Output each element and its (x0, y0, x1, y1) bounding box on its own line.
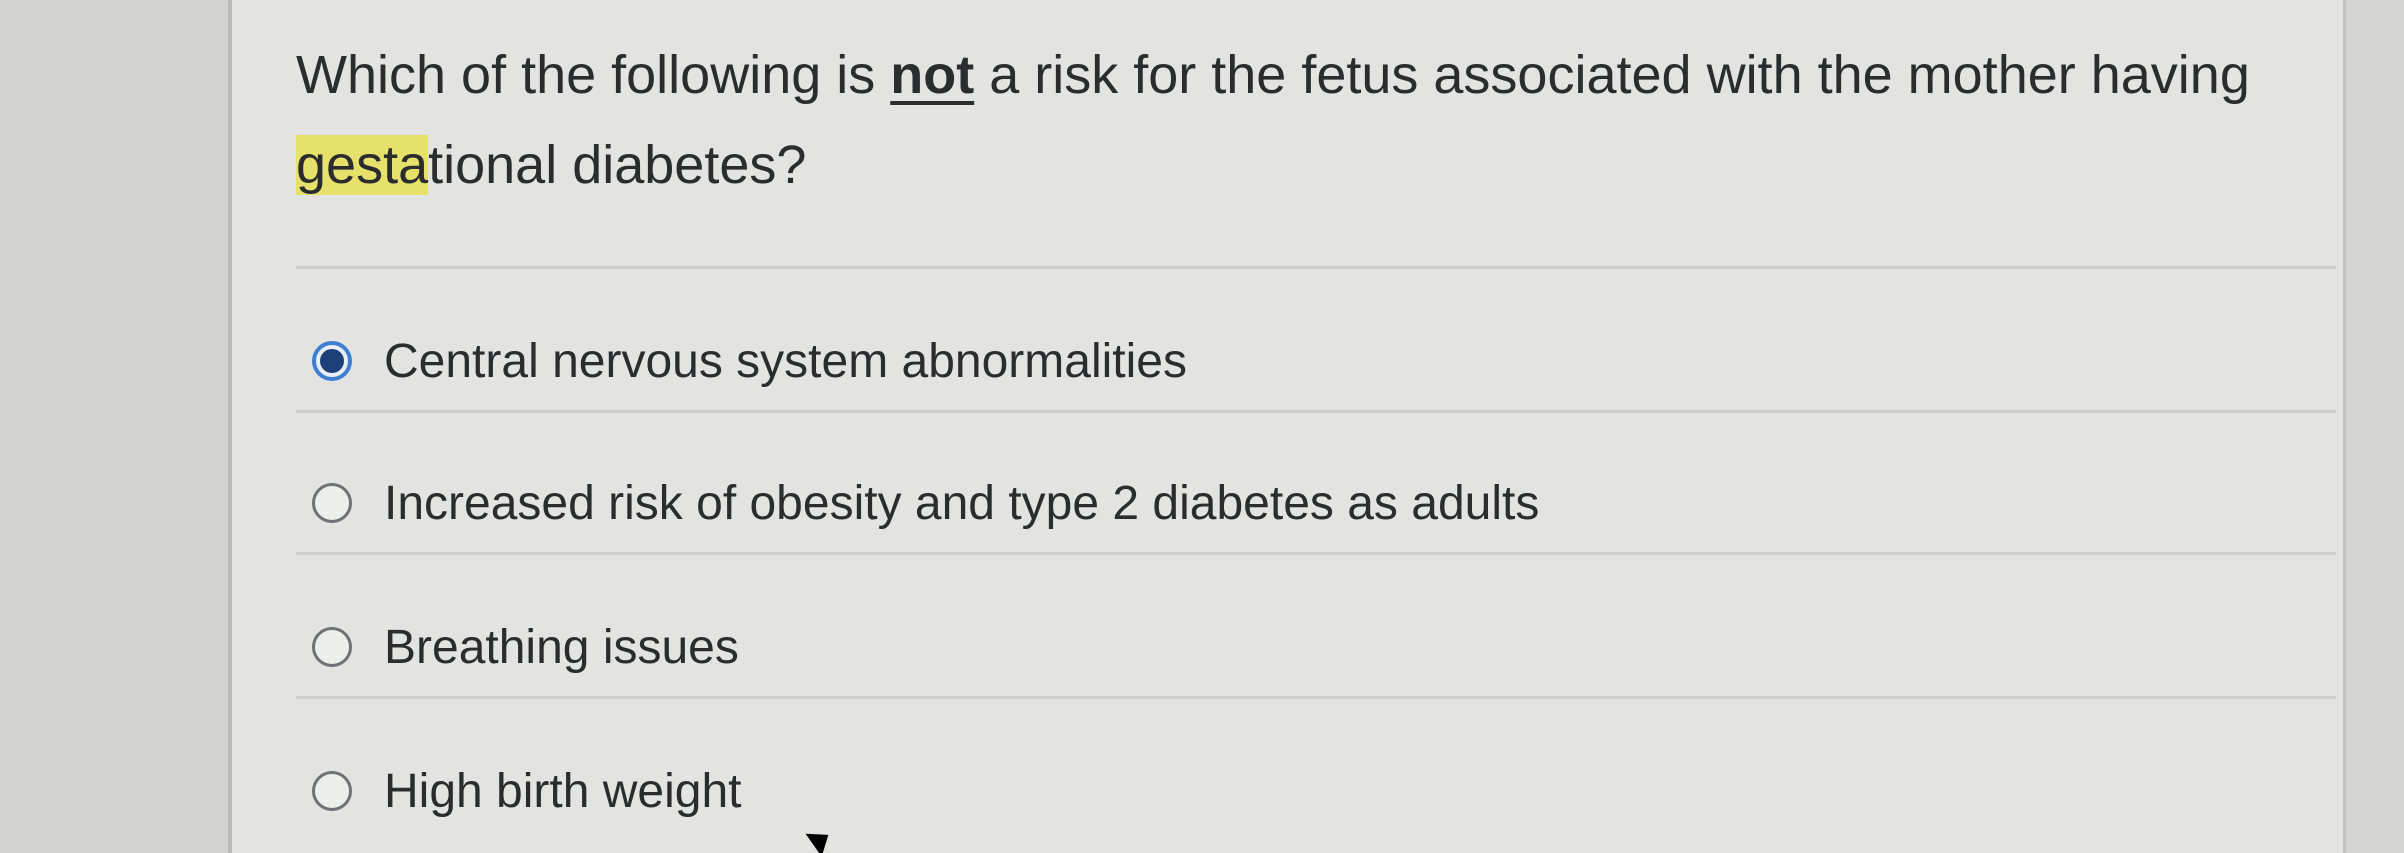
option-1[interactable]: Central nervous system abnormalities (312, 326, 1187, 396)
left-margin (0, 0, 232, 853)
option-2[interactable]: Increased risk of obesity and type 2 dia… (312, 468, 1539, 538)
radio-button[interactable] (312, 483, 352, 523)
radio-button-selected[interactable] (312, 341, 352, 381)
question-card: Which of the following is not a risk for… (232, 0, 2343, 853)
option-4[interactable]: High birth weight (312, 756, 742, 826)
option-2-label: Increased risk of obesity and type 2 dia… (384, 476, 1540, 530)
question-text: Which of the following is not a risk for… (296, 30, 2396, 210)
radio-dot (320, 349, 344, 373)
radio-button[interactable] (312, 627, 352, 667)
option-3[interactable]: Breathing issues (312, 612, 739, 682)
option-1-label: Central nervous system abnormalities (384, 334, 1187, 388)
question-text-middle: a risk for the fetus associated with the… (974, 45, 2250, 105)
radio-button[interactable] (312, 771, 352, 811)
option-4-label: High birth weight (384, 764, 742, 818)
question-text-end: tional diabetes? (428, 135, 807, 195)
question-text-start: Which of the following is (296, 45, 891, 105)
question-emphasis: not (890, 45, 975, 105)
divider (296, 552, 2336, 555)
page: Which of the following is not a risk for… (0, 0, 2404, 853)
divider (296, 266, 2336, 269)
option-3-label: Breathing issues (384, 620, 739, 674)
divider (296, 410, 2336, 413)
highlighted-text: gesta (296, 135, 429, 195)
divider (296, 696, 2336, 699)
